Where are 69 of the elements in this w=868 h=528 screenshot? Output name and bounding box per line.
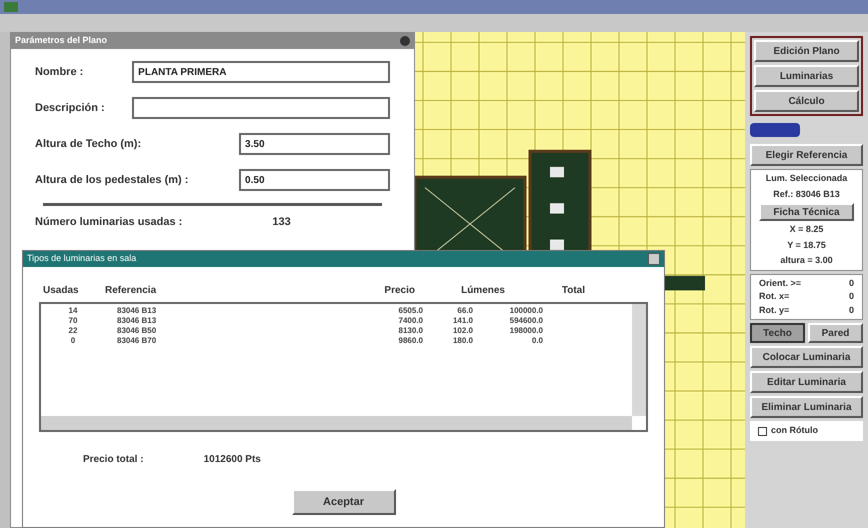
text-field[interactable]: 0.50: [239, 169, 390, 191]
rotation-value: 0: [848, 290, 854, 303]
table-cell-text: 0.0: [530, 336, 543, 346]
coordinate-text: X = 8.25: [790, 223, 824, 236]
dialog-title: Tipos de luminarias en sala: [27, 252, 136, 266]
mode-button[interactable]: Cálculo: [754, 90, 859, 112]
field-label: Nombre :: [35, 64, 84, 80]
table-cell-text: 22: [68, 326, 78, 336]
rotation-label: Orient. >=: [759, 276, 802, 290]
field-label: Descripción :: [35, 100, 106, 116]
coordinate-text: Y = 18.75: [787, 238, 826, 252]
table-cell-text: 83046 B50: [116, 326, 158, 336]
table-cell-text: 83046 B13: [116, 316, 158, 326]
column-header: Referencia: [105, 284, 158, 298]
rotation-label: Rot. y=: [759, 304, 790, 317]
vertical-scrollbar[interactable]: [632, 304, 646, 416]
close-icon[interactable]: [400, 36, 410, 46]
column-header: Total: [560, 284, 585, 298]
coordinate-text: altura = 3.00: [780, 254, 833, 267]
table-cell-text: 100000.0: [508, 306, 543, 316]
table-cell-text: 0: [70, 336, 76, 346]
mode-button[interactable]: Luminarias: [754, 65, 859, 87]
mode-button[interactable]: Edición Plano: [754, 40, 859, 62]
column-header: Lúmenes: [460, 284, 505, 298]
surface-tab[interactable]: Techo: [750, 323, 805, 343]
rotation-label: Rot. x=: [759, 290, 790, 303]
table-cell-text: 8130.0: [398, 326, 423, 336]
surface-tab[interactable]: Pared: [808, 323, 863, 343]
text-field[interactable]: [132, 97, 390, 119]
table-cell-text: 594600.0: [508, 316, 543, 326]
close-icon[interactable]: [648, 253, 660, 265]
table-cell-text: 70: [68, 316, 78, 326]
checkbox-label: con Rótulo: [771, 424, 818, 438]
text-field[interactable]: 3.50: [239, 133, 390, 155]
reference-text: Ref.: 83046 B13: [773, 188, 840, 200]
app-icon: [4, 2, 18, 12]
table-cell-text: 83046 B13: [116, 306, 158, 316]
field-label: Altura de Techo (m):: [35, 136, 142, 152]
count-value: 133: [272, 215, 291, 230]
accept-button[interactable]: Aceptar: [292, 489, 396, 515]
total-price-label: Precio total :: [83, 453, 144, 467]
text-field[interactable]: PLANTA PRIMERA: [132, 61, 390, 83]
table-cell-text: 9860.0: [398, 336, 423, 346]
table-cell-text: 141.0: [452, 316, 473, 326]
column-header: Usadas: [43, 284, 80, 298]
table-cell-text: 198000.0: [508, 326, 543, 336]
data-sheet-button[interactable]: Ficha Técnica: [759, 203, 854, 221]
table-cell-text: 14: [68, 306, 78, 316]
table-cell-text: 66.0: [456, 306, 473, 316]
rotation-value: 0: [848, 304, 854, 316]
table-cell-text: 102.0: [452, 326, 473, 336]
count-label: Número luminarias usadas :: [35, 215, 182, 230]
total-price-value: 1012600 Pts: [204, 453, 261, 467]
luminaire-action-button[interactable]: Eliminar Luminaria: [750, 396, 863, 418]
logo-icon: [750, 123, 800, 137]
table-cell-text: 7400.0: [398, 316, 423, 326]
choose-reference-button[interactable]: Elegir Referencia: [750, 144, 863, 166]
selected-luminaire-label: Lum. Seleccionada: [766, 172, 848, 185]
luminaire-action-button[interactable]: Editar Luminaria: [750, 371, 863, 393]
luminaire-action-button[interactable]: Colocar Luminaria: [750, 346, 863, 368]
rotation-value: 0: [848, 276, 854, 290]
horizontal-scrollbar[interactable]: [41, 416, 632, 430]
column-header: Precio: [383, 284, 415, 298]
table-cell-text: 6505.0: [398, 306, 423, 316]
table-cell-text: 180.0: [452, 336, 473, 346]
field-label: Altura de los pedestales (m) :: [35, 172, 190, 188]
table-cell-text: 83046 B70: [116, 336, 158, 346]
label-checkbox[interactable]: [758, 426, 767, 436]
dialog-title: Parámetros del Plano: [15, 34, 108, 48]
